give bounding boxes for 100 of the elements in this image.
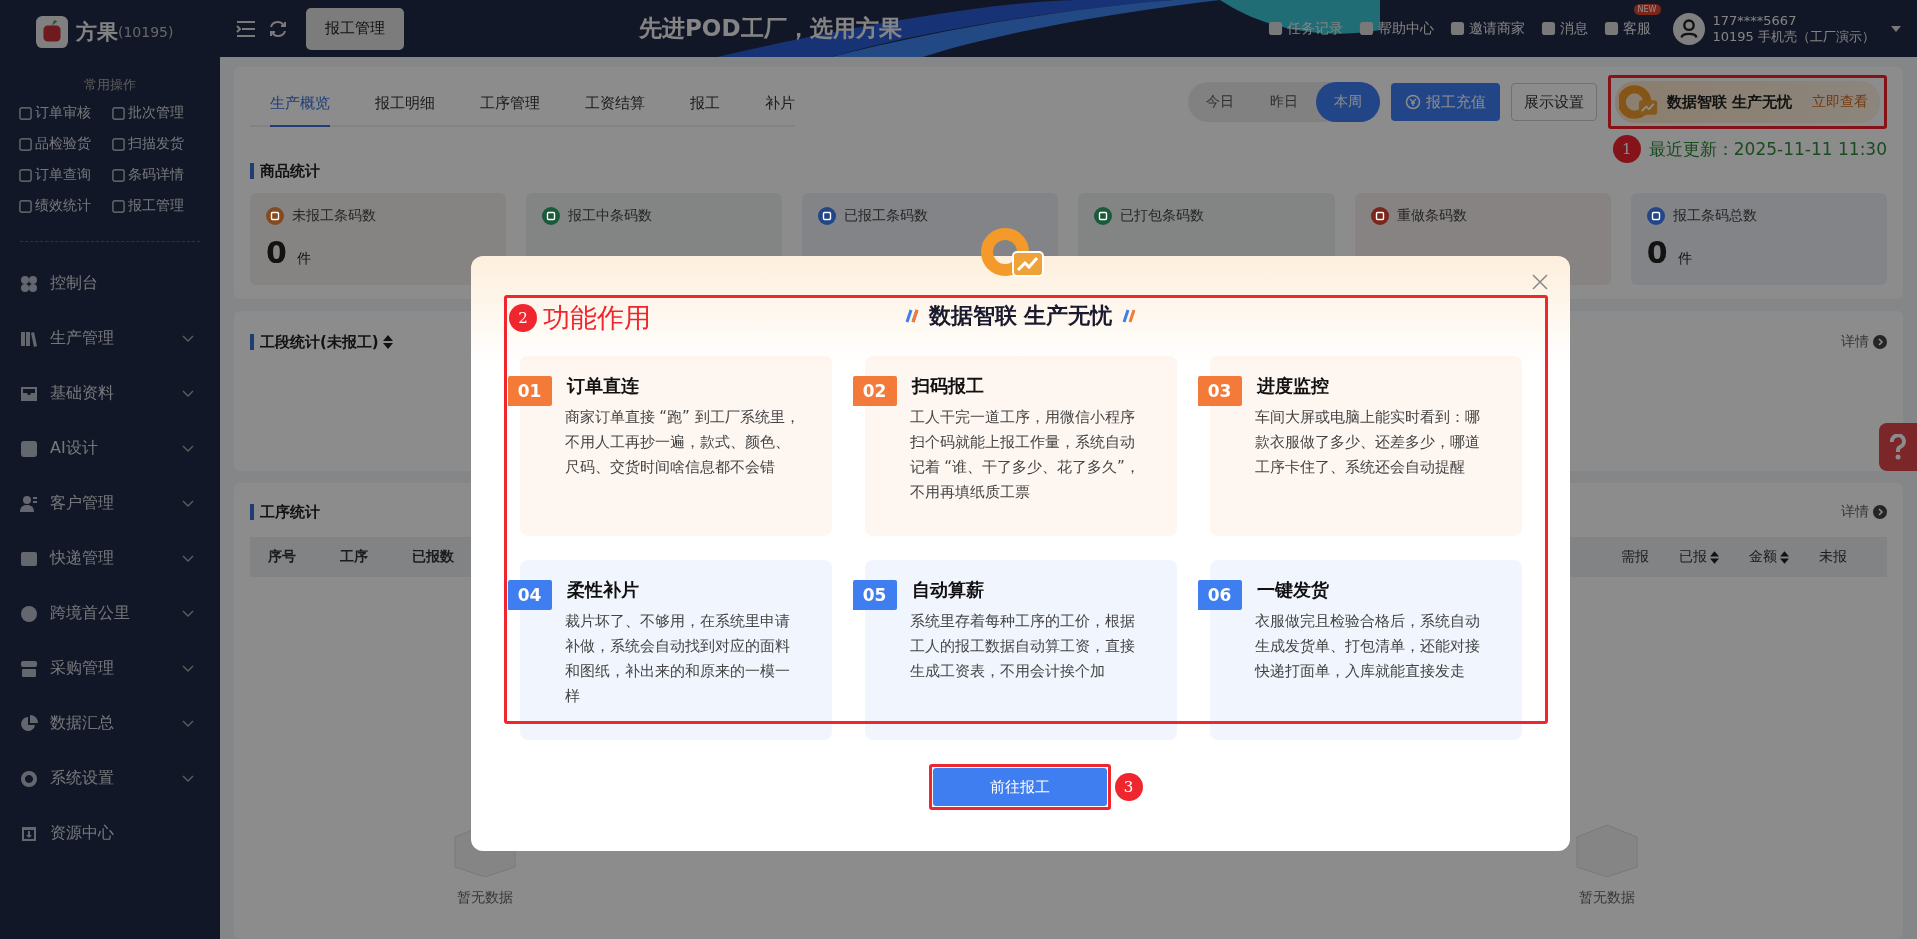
square-icon xyxy=(19,199,32,213)
square-icon xyxy=(111,106,125,120)
promo-banner[interactable]: 数据智联 生产无忧 立即查看 xyxy=(1614,81,1880,123)
column-header: 金额 xyxy=(1749,548,1789,566)
feature-title: 一键发货 xyxy=(1256,578,1330,602)
help-tab[interactable] xyxy=(1879,423,1917,471)
column-header: 工序 xyxy=(340,548,368,566)
person-icon xyxy=(20,494,38,513)
annotation-marker: 2 xyxy=(509,304,537,332)
quick-action-link[interactable]: 订单查询 xyxy=(19,166,112,184)
feature-description: 车间大屏或电脑上能实时看到：哪款衣服做了多少、还差多少，哪道工序卡住了、系统还会自动提醒 xyxy=(1254,407,1481,478)
sort-icon[interactable] xyxy=(1710,550,1719,564)
sidebar-menu-item[interactable]: 数据汇总 xyxy=(16,696,204,751)
stat-value: 0 xyxy=(1646,235,1668,270)
square-icon xyxy=(111,168,125,182)
chart-logo-icon xyxy=(981,228,1045,280)
stat-label: 未报工条码数 xyxy=(292,207,376,225)
user-phone: 177****5667 xyxy=(1712,12,1798,29)
sidebar-menu-item[interactable]: 采购管理 xyxy=(16,641,204,696)
stripes-icon xyxy=(904,308,919,324)
square-icon xyxy=(111,137,125,151)
number-tag: 04 xyxy=(507,580,552,610)
detail-link[interactable]: 详情 xyxy=(1841,333,1887,351)
square-icon xyxy=(111,199,125,213)
sort-icon[interactable] xyxy=(382,335,393,349)
annotation-marker: 1 xyxy=(1612,135,1641,163)
annotation-marker: 3 xyxy=(1114,773,1143,801)
header-link[interactable]: 帮助中心 xyxy=(1358,19,1434,38)
go-report-button[interactable]: 前往报工 xyxy=(932,768,1107,806)
fan-icon xyxy=(20,274,38,293)
recharge-button[interactable]: 报工充值 xyxy=(1390,83,1500,121)
header-link[interactable]: 邀请商家 xyxy=(1449,19,1525,38)
apple-logo-icon xyxy=(36,16,68,48)
tab[interactable]: 补片 xyxy=(765,79,795,127)
number-tag: 06 xyxy=(1197,580,1242,610)
detail-link[interactable]: 详情 xyxy=(1841,503,1887,521)
tab[interactable]: 报工 xyxy=(690,79,720,127)
header-link[interactable]: 客服 xyxy=(1603,19,1651,38)
feature-description: 商家订单直接 “跑” 到工厂系统里，不用人工再抄一遍，款式、颜色、尺码、交货时间啥信息都不会错 xyxy=(564,407,801,478)
feature-description: 系统里存着每种工序的工价，根据工人的报工数据自动算工资，直接生成工资表，不用会计挨个加 xyxy=(909,611,1136,682)
sort-icon[interactable] xyxy=(1780,550,1789,564)
stat-label: 重做条码数 xyxy=(1396,207,1467,225)
brand-name: 方果 xyxy=(76,19,118,46)
quick-action-link[interactable]: 订单审核 xyxy=(19,104,112,122)
quick-action-link[interactable]: 批次管理 xyxy=(111,104,204,122)
section-title: 工段统计(未报工) xyxy=(250,334,379,350)
number-tag: 02 xyxy=(852,376,897,406)
period-option[interactable]: 今日 xyxy=(1187,82,1252,122)
sidebar-menu-item[interactable]: AI设计 xyxy=(16,421,204,476)
header-link[interactable]: 消息 xyxy=(1540,19,1588,38)
stat-label: 报工中条码数 xyxy=(568,207,653,225)
arrow-circle-icon xyxy=(1873,505,1887,519)
quick-action-link[interactable]: 品检验货 xyxy=(19,135,112,153)
lifebuoy-icon xyxy=(20,769,38,788)
pie-chart-icon xyxy=(20,714,38,733)
square-icon xyxy=(19,106,32,120)
avatar-icon[interactable] xyxy=(1672,12,1705,45)
quick-action-link[interactable]: 报工管理 xyxy=(111,197,204,215)
column-header: 未报 xyxy=(1819,548,1847,566)
quick-action-link[interactable]: 条码详情 xyxy=(111,166,204,184)
dropdown-caret-icon[interactable] xyxy=(1891,25,1901,32)
empty-text: 暂无数据 xyxy=(457,889,513,907)
tab[interactable]: 工序管理 xyxy=(480,79,540,127)
feature-title: 柔性补片 xyxy=(566,578,640,602)
quick-action-link[interactable]: 绩效统计 xyxy=(19,197,112,215)
menu-icon[interactable] xyxy=(236,18,256,39)
sidebar-menu-item[interactable]: 快递管理 xyxy=(16,531,204,586)
number-tag: 05 xyxy=(852,580,897,610)
sidebar-menu-item[interactable]: 系统设置 xyxy=(16,751,204,806)
modal-heading: 数据智联 生产无忧 xyxy=(928,302,1113,330)
sidebar-menu-item[interactable]: 生产管理 xyxy=(16,311,204,366)
period-option[interactable]: 本周 xyxy=(1315,82,1380,122)
question-icon xyxy=(1888,434,1908,460)
new-badge: NEW xyxy=(1633,3,1661,15)
tab[interactable]: 工资结算 xyxy=(585,79,645,127)
refresh-icon[interactable] xyxy=(268,18,288,39)
sidebar-menu-item[interactable]: 基础资料 xyxy=(16,366,204,421)
sidebar-menu-item[interactable]: 跨境首公里 xyxy=(16,586,204,641)
tray-icon xyxy=(20,384,38,403)
column-header: 需报 xyxy=(1621,548,1649,566)
stat-label: 已打包条码数 xyxy=(1120,207,1205,225)
quick-action-link[interactable]: 扫描发货 xyxy=(111,135,204,153)
number-tag: 03 xyxy=(1197,376,1242,406)
tab[interactable]: 生产概览 xyxy=(270,79,330,127)
user-organization: 10195 手机壳（工厂演示） xyxy=(1712,28,1875,45)
column-header: 序号 xyxy=(268,548,296,566)
column-header: 已报 xyxy=(1679,548,1719,566)
sidebar-menu-item[interactable]: 控制台 xyxy=(16,256,204,311)
arrow-circle-icon xyxy=(1873,335,1887,349)
close-icon[interactable] xyxy=(1532,274,1548,290)
open-tab[interactable]: 报工管理 xyxy=(306,7,404,50)
sidebar-menu-item[interactable]: 资源中心 xyxy=(16,806,204,861)
brand-code: (10195) xyxy=(118,24,174,40)
annotation-label: 功能作用 xyxy=(543,301,651,335)
sidebar-menu-item[interactable]: 客户管理 xyxy=(16,476,204,531)
tab[interactable]: 报工明细 xyxy=(375,79,435,127)
display-settings-button[interactable]: 展示设置 xyxy=(1510,83,1597,121)
period-option[interactable]: 昨日 xyxy=(1251,82,1316,122)
empty-text: 暂无数据 xyxy=(1579,889,1635,907)
square-icon xyxy=(19,168,32,182)
